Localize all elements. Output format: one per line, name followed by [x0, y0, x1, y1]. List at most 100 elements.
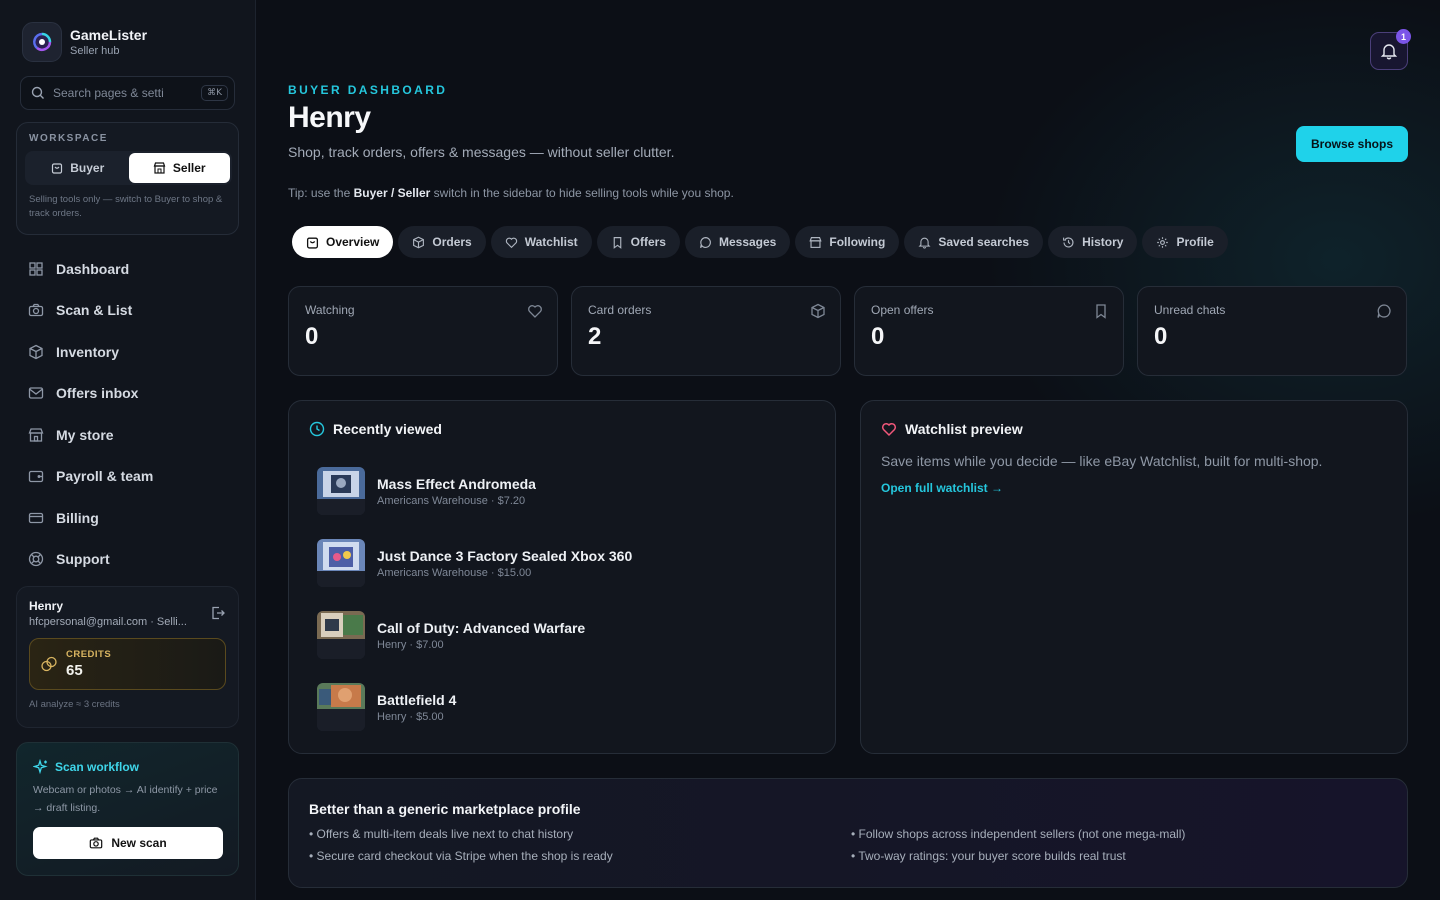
bag-icon — [306, 237, 319, 249]
tab-label: Following — [829, 235, 886, 249]
item-title: Mass Effect Andromeda — [377, 475, 536, 492]
sidebar-item-payroll-team[interactable]: Payroll & team — [16, 456, 239, 498]
notifications-button[interactable]: 1 — [1370, 29, 1411, 70]
mail-icon — [28, 387, 44, 399]
sparkles-icon — [33, 759, 48, 775]
tab-label: Messages — [718, 235, 777, 249]
sidebar-item-offers-inbox[interactable]: Offers inbox — [16, 373, 239, 415]
stat-value: 0 — [871, 323, 885, 350]
recently-viewed-panel: Recently viewed Mass Effect Andromeda Am… — [288, 400, 836, 754]
benefit-item: • Offers & multi-item deals live next to… — [309, 827, 574, 841]
item-meta: Henry · $5.00 — [377, 710, 444, 723]
tab-watchlist[interactable]: Watchlist — [490, 226, 592, 258]
stat-label: Watching — [305, 303, 355, 317]
stat-value: 2 — [588, 323, 602, 350]
benefits-panel: Better than a generic marketplace profil… — [288, 778, 1408, 888]
stat-card-watching[interactable]: Watching 0 — [288, 286, 558, 376]
scan-description: Webcam or photos → AI identify + price →… — [33, 784, 218, 814]
tab-offers[interactable]: Offers — [596, 226, 680, 258]
open-watchlist-link[interactable]: Open full watchlist → — [881, 481, 1387, 495]
tip-text: Tip: use the Buyer / Seller switch in th… — [288, 186, 734, 200]
lifebuoy-icon — [28, 552, 44, 567]
stats-row: Watching 0 Card orders 2 Open offers 0 U… — [288, 286, 1407, 376]
item-meta: Americans Warehouse · $15.00 — [377, 566, 532, 579]
sidebar-item-billing[interactable]: Billing — [16, 497, 239, 539]
benefit-item: • Follow shops across independent seller… — [851, 827, 1186, 841]
heart-icon — [505, 237, 517, 248]
stat-label: Unread chats — [1154, 303, 1226, 317]
sidebar-item-label: Scan & List — [56, 302, 133, 319]
stat-card-open-offers[interactable]: Open offers 0 — [854, 286, 1124, 376]
tip-prefix: Tip: use the — [288, 186, 354, 200]
sidebar-nav: Dashboard Scan & List Inventory Offers i… — [16, 248, 239, 580]
user-email: hfcpersonal@gmail.com · Selli... — [29, 616, 187, 628]
tab-saved-searches[interactable]: Saved searches — [904, 226, 1044, 258]
tip-bold: Buyer / Seller — [353, 186, 431, 200]
benefit-item: • Secure card checkout via Stripe when t… — [309, 849, 613, 863]
sidebar-item-label: Offers inbox — [56, 385, 139, 402]
tab-overview[interactable]: Overview — [292, 226, 394, 258]
sidebar-item-dashboard[interactable]: Dashboard — [16, 248, 239, 290]
credits-value: 65 — [66, 662, 83, 679]
tab-orders[interactable]: Orders — [398, 226, 486, 258]
page-title: Henry — [288, 101, 371, 134]
scan-title: Scan workflow — [55, 760, 140, 774]
tab-label: Orders — [432, 235, 472, 249]
list-item[interactable]: Battlefield 4 Henry · $5.00 — [317, 671, 815, 743]
buyer-mode-button[interactable]: Buyer — [27, 153, 129, 183]
tab-profile[interactable]: Profile — [1142, 226, 1228, 258]
workspace-note: Selling tools only — switch to Buyer to … — [29, 194, 223, 219]
list-item[interactable]: Call of Duty: Advanced Warfare Henry · $… — [317, 599, 815, 671]
watchlist-preview-title: Watchlist preview — [905, 421, 1023, 437]
bell-icon — [918, 237, 931, 249]
stat-label: Card orders — [588, 303, 652, 317]
tab-history[interactable]: History — [1048, 226, 1138, 258]
tip-suffix: switch in the sidebar to hide selling to… — [430, 186, 734, 200]
seller-mode-label: Seller — [172, 161, 206, 175]
chat-icon — [1377, 304, 1391, 318]
bag-icon — [52, 163, 63, 174]
item-meta: Henry · $7.00 — [377, 638, 444, 651]
item-meta: Americans Warehouse · $7.20 — [377, 494, 526, 507]
workspace-title: WORKSPACE — [29, 133, 108, 144]
tab-following[interactable]: Following — [795, 226, 900, 258]
sidebar-item-inventory[interactable]: Inventory — [16, 331, 239, 373]
sidebar-item-label: My store — [56, 426, 114, 443]
store-icon — [153, 162, 166, 174]
scan-workflow-card: Scan workflow Webcam or photos → AI iden… — [16, 742, 239, 876]
search-shortcut: ⌘K — [201, 85, 228, 101]
sidebar-item-support[interactable]: Support — [16, 539, 239, 581]
tab-messages[interactable]: Messages — [684, 226, 791, 258]
product-thumbnail — [317, 467, 365, 515]
new-scan-button[interactable]: New scan — [33, 827, 223, 859]
tab-label: Overview — [326, 235, 380, 249]
brand-logo — [22, 22, 62, 62]
benefits-title: Better than a generic marketplace profil… — [309, 801, 581, 817]
tab-bar: Overview Orders Watchlist Offers Message… — [292, 226, 1228, 258]
credits-note: AI analyze ≈ 3 credits — [29, 699, 120, 710]
user-name: Henry — [29, 599, 64, 613]
stat-card-unread-chats[interactable]: Unread chats 0 — [1137, 286, 1407, 376]
sidebar-item-label: Inventory — [56, 343, 120, 360]
credits-box[interactable]: CREDITS 65 — [29, 638, 226, 690]
seller-mode-button[interactable]: Seller — [128, 153, 230, 183]
watchlist-description: Save items while you decide — like eBay … — [881, 453, 1323, 469]
product-thumbnail — [317, 611, 365, 659]
tab-label: Watchlist — [524, 235, 578, 249]
gear-icon — [1157, 236, 1169, 248]
sidebar-item-scan-list[interactable]: Scan & List — [16, 290, 239, 332]
logout-icon[interactable] — [210, 605, 226, 621]
stat-value: 0 — [305, 323, 319, 350]
item-title: Just Dance 3 Factory Sealed Xbox 360 — [377, 547, 633, 564]
search-input[interactable]: Search pages & setti ⌘K — [20, 76, 235, 110]
stat-card-card-orders[interactable]: Card orders 2 — [571, 286, 841, 376]
heart-icon — [881, 422, 897, 437]
stat-label: Open offers — [871, 303, 934, 317]
list-item[interactable]: Mass Effect Andromeda Americans Warehous… — [317, 455, 815, 527]
product-thumbnail — [317, 683, 365, 731]
browse-shops-button[interactable]: Browse shops — [1296, 126, 1408, 162]
brand[interactable]: GameLister Seller hub — [22, 22, 147, 62]
sidebar-item-my-store[interactable]: My store — [16, 414, 239, 456]
list-item[interactable]: Just Dance 3 Factory Sealed Xbox 360 Ame… — [317, 527, 815, 599]
search-placeholder: Search pages & setti — [53, 86, 164, 100]
